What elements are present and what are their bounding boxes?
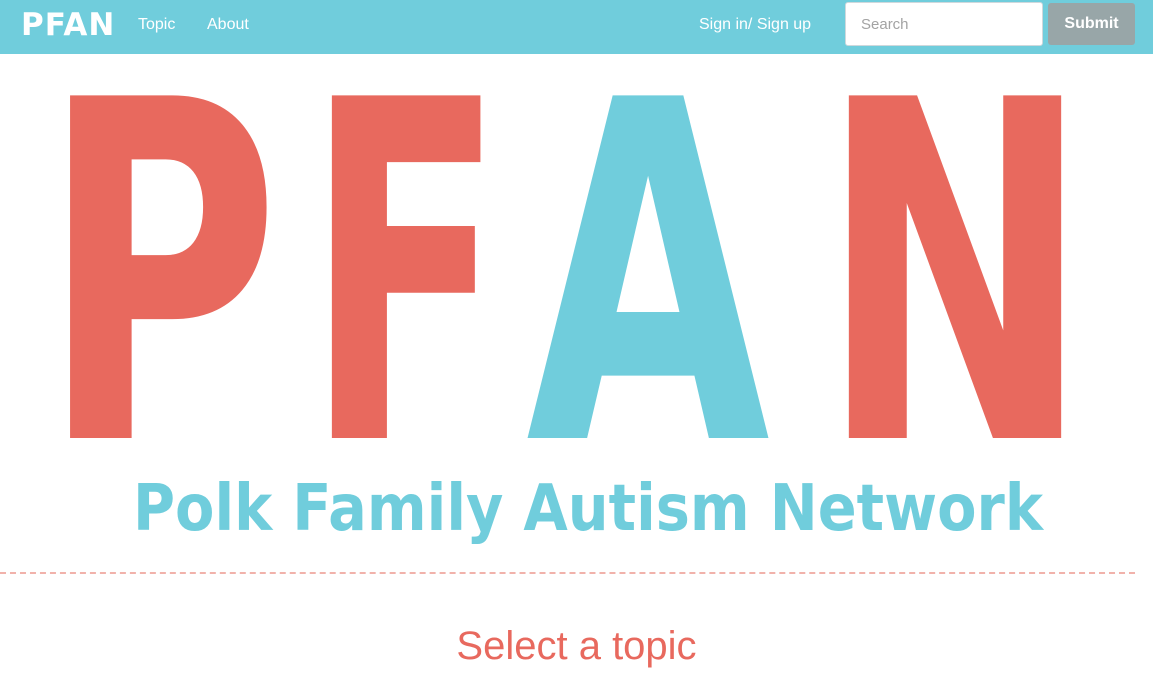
nav-link-about[interactable]: About xyxy=(207,15,249,35)
select-topic-heading: Select a topic xyxy=(456,624,697,668)
dashed-divider xyxy=(0,572,1135,574)
search-input[interactable] xyxy=(845,2,1043,46)
sign-in-link[interactable]: Sign in/ Sign up xyxy=(699,15,811,35)
logo-tagline: Polk Family Autism Network xyxy=(133,472,1044,546)
submit-button[interactable]: Submit xyxy=(1048,3,1135,45)
pfan-logo-image: P F A N Polk Family Autism Network xyxy=(40,54,1091,549)
hero-logo-banner: P F A N Polk Family Autism Network xyxy=(0,54,1153,564)
nav-link-topic[interactable]: Topic xyxy=(138,15,175,35)
brand-logo-link[interactable]: PFAN xyxy=(21,5,115,45)
top-navbar: PFAN Topic About Sign in/ Sign up Submit xyxy=(0,0,1153,54)
